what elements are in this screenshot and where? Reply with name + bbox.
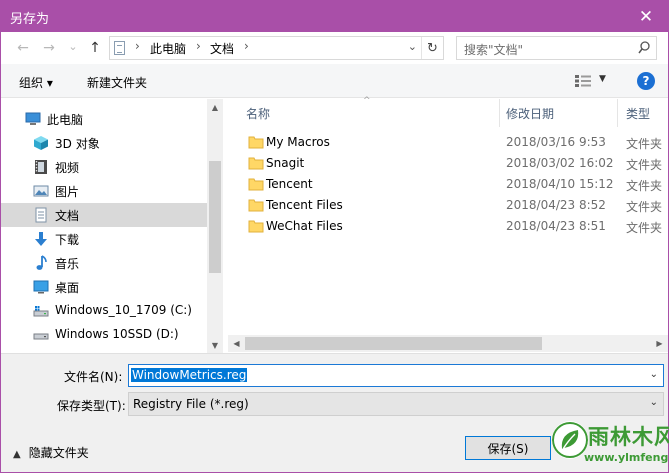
sidebar-item-drive-d[interactable]: Windows 10SSD (D:) [1,323,207,347]
recent-locations-icon[interactable]: ⌄ [63,36,83,56]
column-header-name[interactable]: 名称 [228,99,499,127]
leaf-logo-icon [552,421,588,459]
command-toolbar: 组织 ▾ 新建文件夹 ▼ ? [1,64,668,98]
up-arrow-icon[interactable]: ↑ [85,38,105,58]
computer-icon [25,112,41,125]
sidebar-item-drive-c[interactable]: Windows_10_1709 (C:) [1,299,207,323]
hide-folders-label: 隐藏文件夹 [28,446,89,460]
breadcrumb-separator: › [135,39,140,53]
new-folder-button[interactable]: 新建文件夹 [87,74,147,91]
table-row[interactable]: Tencent Files 2018/04/23 8:52 文件夹 [242,195,668,216]
watermark-logo: 雨林木风 www.ylmfeng.com [548,415,669,473]
address-dropdown-icon[interactable]: ⌄ [408,40,417,53]
chevron-up-icon: ▲ [13,449,21,460]
table-row[interactable]: My Macros 2018/03/16 9:53 文件夹 [242,132,668,153]
filetype-value: Registry File (*.reg) [133,397,249,411]
folder-icon [248,136,264,149]
breadcrumb-separator: › [196,39,201,53]
sidebar-item-downloads[interactable]: 下载 [1,227,207,251]
search-placeholder: 搜索"文档" [464,43,524,57]
filename-field[interactable]: WindowMetrics.reg ⌄ [128,364,664,387]
save-as-dialog: 另存为 ✕ ← → ⌄ ↑ › 此电脑 › 文档 › ⌄ ↻ 搜索"文档" 组织… [0,0,669,473]
sidebar-item-documents[interactable]: 文档 [1,203,207,227]
sidebar-item-label: 3D 对象 [55,137,100,151]
sidebar-item-label: 桌面 [55,281,80,295]
sidebar-item-label: 下载 [55,233,80,247]
table-row[interactable]: Tencent 2018/04/10 15:12 文件夹 [242,174,668,195]
hide-folders-button[interactable]: ▲ 隐藏文件夹 [13,444,89,461]
folder-icon [248,220,264,233]
navigation-pane: 此电脑 3D 对象 视频 图片 文档 下载 音乐 桌面 Windows_10_1… [1,99,223,353]
breadcrumb-this-pc[interactable]: 此电脑 [150,40,186,57]
table-row[interactable]: Snagit 2018/03/02 16:02 文件夹 [242,153,668,174]
forward-arrow-icon[interactable]: → [39,38,59,58]
folder-icon [248,199,264,212]
address-bar[interactable]: › 此电脑 › 文档 › ⌄ ↻ [109,36,444,60]
music-icon [36,255,47,270]
chevron-down-icon[interactable]: ⌄ [650,369,658,380]
sidebar-item-label: Windows 10SSD (D:) [55,327,179,341]
title-bar: 另存为 ✕ [1,1,668,32]
sidebar-item-label: 文档 [55,209,80,223]
watermark-url: www.ylmfeng.com [584,451,669,464]
sidebar-item-desktop[interactable]: 桌面 [1,275,207,299]
picture-icon [33,185,49,197]
desktop-icon [33,280,49,294]
sidebar-item-label: Windows_10_1709 (C:) [55,303,192,317]
sidebar-item-videos[interactable]: 视频 [1,155,207,179]
refresh-icon[interactable]: ↻ [421,37,443,59]
video-icon [35,160,47,174]
sidebar-item-3d-objects[interactable]: 3D 对象 [1,131,207,155]
file-list-horizontal-scrollbar[interactable]: ◀ ▶ [228,335,668,352]
search-icon[interactable] [638,41,650,55]
sidebar-item-music[interactable]: 音乐 [1,251,207,275]
sidebar-item-label: 音乐 [55,257,80,271]
search-input[interactable]: 搜索"文档" [456,36,657,60]
scroll-right-icon[interactable]: ▶ [651,335,668,352]
document-icon [114,41,125,55]
save-button[interactable]: 保存(S) [465,436,551,460]
breadcrumb-documents[interactable]: 文档 [210,40,234,57]
column-header-modified[interactable]: 修改日期 [500,99,617,127]
document-icon [35,207,47,223]
filename-value: WindowMetrics.reg [131,368,248,382]
scroll-up-icon[interactable]: ▲ [207,99,223,115]
sidebar-item-label: 此电脑 [47,113,84,127]
help-icon[interactable]: ? [637,72,655,90]
cube-3d-icon [34,136,48,150]
table-row[interactable]: WeChat Files 2018/04/23 8:51 文件夹 [242,216,668,237]
sidebar-item-pictures[interactable]: 图片 [1,179,207,203]
sidebar-item-this-pc[interactable]: 此电脑 [1,107,207,131]
column-header-type[interactable]: 类型 [618,99,668,127]
drive-icon [33,306,49,317]
scroll-down-icon[interactable]: ▼ [207,337,223,353]
file-list: ^ 名称 修改日期 类型 My Macros 2018/03/16 9:53 文… [228,96,668,353]
breadcrumb-separator: › [244,39,249,53]
filename-label: 文件名(N): [64,370,123,384]
sidebar-item-label: 视频 [55,161,80,175]
sidebar-scrollbar[interactable]: ▲ ▼ [207,99,223,353]
scrollbar-thumb[interactable] [209,161,221,273]
scrollbar-thumb[interactable] [245,337,542,350]
back-arrow-icon[interactable]: ← [13,38,33,58]
filetype-select[interactable]: Registry File (*.reg) ⌄ [128,392,664,416]
scroll-left-icon[interactable]: ◀ [228,335,245,352]
navigation-bar: ← → ⌄ ↑ › 此电脑 › 文档 › ⌄ ↻ 搜索"文档" [1,32,668,64]
window-title: 另存为 [10,12,50,27]
folder-icon [248,157,264,170]
organize-button[interactable]: 组织 ▾ [19,74,53,91]
drive-icon [33,333,49,340]
download-icon [35,232,47,246]
watermark-brand: 雨林木风 [588,425,669,449]
sidebar-item-label: 图片 [55,185,80,199]
chevron-down-icon[interactable]: ⌄ [650,397,658,408]
filetype-label: 保存类型(T): [57,399,126,413]
close-icon[interactable]: ✕ [624,1,668,32]
view-dropdown-icon[interactable]: ▼ [599,74,606,84]
view-options-icon[interactable] [575,75,591,87]
folder-icon [248,178,264,191]
